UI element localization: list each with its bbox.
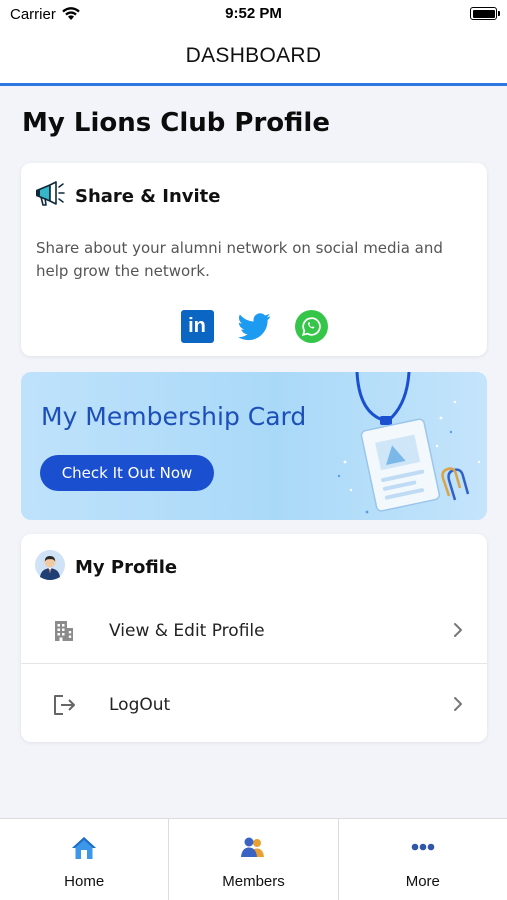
battery-icon [470, 7, 500, 20]
tab-home-label: Home [64, 873, 105, 890]
status-bar: Carrier 9:52 PM [0, 0, 507, 30]
tab-bar: Home Members More [0, 818, 507, 900]
avatar [35, 550, 65, 584]
tab-more[interactable]: More [339, 819, 507, 900]
share-description: Share about your alumni network on socia… [36, 239, 443, 280]
my-profile-card: My Profile View & Edit Profile LogOut [21, 534, 487, 742]
navigation-bar: DASHBOARD [0, 30, 507, 86]
home-icon [70, 835, 98, 865]
view-edit-profile-label: View & Edit Profile [109, 620, 265, 641]
logout-label: LogOut [109, 695, 171, 715]
share-title: Share & Invite [75, 185, 221, 207]
logout-icon [51, 692, 77, 718]
linkedin-icon[interactable]: in [180, 310, 214, 343]
members-icon [239, 835, 267, 865]
tab-members[interactable]: Members [169, 819, 339, 900]
view-edit-profile-row[interactable]: View & Edit Profile [21, 598, 487, 664]
page-title: My Lions Club Profile [22, 108, 330, 138]
tab-home[interactable]: Home [0, 819, 170, 900]
twitter-icon[interactable] [237, 310, 271, 343]
chevron-right-icon [453, 696, 463, 716]
status-time: 9:52 PM [225, 5, 282, 22]
logout-row[interactable]: LogOut [21, 672, 487, 738]
tab-more-label: More [405, 873, 440, 890]
tab-members-label: Members [222, 873, 285, 890]
share-header: Share & Invite [35, 179, 220, 213]
whatsapp-icon[interactable] [294, 310, 328, 343]
check-it-out-button[interactable]: Check It Out Now [40, 455, 214, 491]
share-invite-card: Share & Invite Share about your alumni n… [21, 163, 487, 356]
chevron-right-icon [453, 622, 463, 642]
profile-header: My Profile [35, 550, 177, 584]
megaphone-icon [35, 179, 67, 213]
more-icon [409, 835, 437, 865]
building-icon [51, 618, 77, 644]
social-share-row: in [21, 310, 487, 343]
profile-title: My Profile [75, 556, 178, 578]
membership-card-banner[interactable]: My Membership Card Check It Out Now [21, 372, 487, 520]
id-card-illustration-icon [337, 372, 487, 520]
nav-title: DASHBOARD [185, 44, 322, 67]
membership-title: My Membership Card [41, 402, 307, 431]
